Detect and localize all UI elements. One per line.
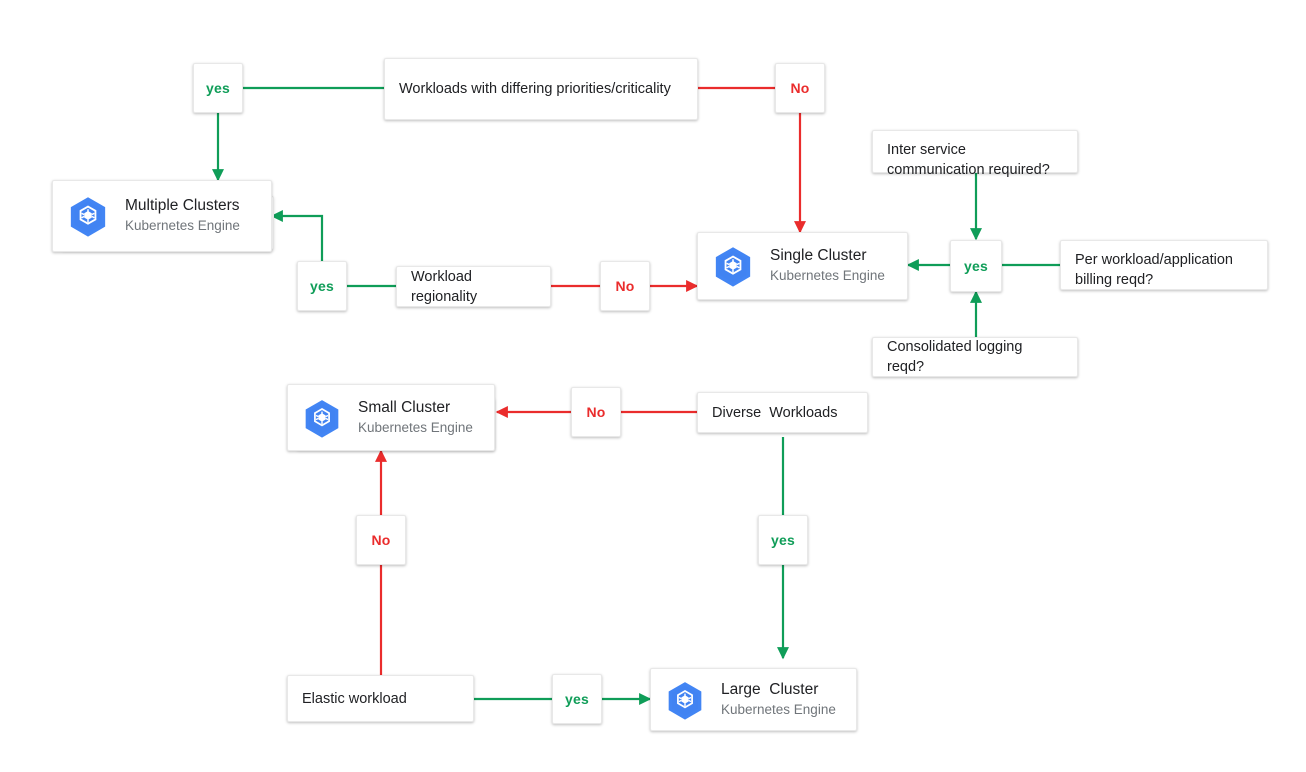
node-per-workload-billing[interactable]: Per workload/application billing reqd? xyxy=(1060,240,1268,290)
edge-yes-regionality-to-multiple-clusters xyxy=(270,209,324,261)
edge-label-yes-elastic[interactable]: yes xyxy=(552,674,602,724)
edge-label-yes-hub[interactable]: yes xyxy=(950,240,1002,292)
multiple-clusters-labels: Multiple Clusters Kubernetes Engine xyxy=(125,196,240,235)
small-cluster-labels: Small Cluster Kubernetes Engine xyxy=(358,398,473,437)
edge-label-no-diverse[interactable]: No xyxy=(571,387,621,437)
edge-label-yes-regionality[interactable]: yes xyxy=(297,261,347,311)
large-cluster-labels: Large Cluster Kubernetes Engine xyxy=(721,680,836,719)
node-large-cluster[interactable]: Large Cluster Kubernetes Engine xyxy=(650,668,857,731)
edge-label-no-elastic[interactable]: No xyxy=(356,515,406,565)
small-cluster-title: Small Cluster xyxy=(358,398,451,416)
node-elastic-workload[interactable]: Elastic workload xyxy=(287,675,474,722)
multiple-clusters-subtitle: Kubernetes Engine xyxy=(125,218,240,234)
edge-label-no-priorities[interactable]: No xyxy=(775,63,825,113)
node-diverse-workloads[interactable]: Diverse Workloads xyxy=(697,392,868,433)
gke-icon xyxy=(70,197,106,237)
node-single-cluster[interactable]: Single Cluster Kubernetes Engine xyxy=(697,232,908,300)
small-cluster-subtitle: Kubernetes Engine xyxy=(358,419,473,435)
single-cluster-labels: Single Cluster Kubernetes Engine xyxy=(770,246,885,285)
node-inter-service-communication[interactable]: Inter service communication required? xyxy=(872,130,1078,178)
single-cluster-subtitle: Kubernetes Engine xyxy=(770,268,885,284)
multiple-clusters-title: Multiple Clusters xyxy=(125,197,240,215)
node-workloads-differing-priorities[interactable]: Workloads with differing priorities/crit… xyxy=(384,58,698,120)
node-small-cluster[interactable]: Small Cluster Kubernetes Engine xyxy=(287,384,495,451)
single-cluster-title: Single Cluster xyxy=(770,247,867,265)
gke-icon xyxy=(305,399,339,438)
edge-label-yes-diverse[interactable]: yes xyxy=(758,515,808,565)
node-workload-regionality[interactable]: Workload regionality xyxy=(396,266,551,307)
gke-icon xyxy=(715,247,751,287)
edge-label-no-regionality[interactable]: No xyxy=(600,261,650,311)
large-cluster-subtitle: Kubernetes Engine xyxy=(721,701,836,717)
node-consolidated-logging[interactable]: Consolidated logging reqd? xyxy=(872,337,1078,377)
large-cluster-title: Large Cluster xyxy=(721,680,819,698)
gke-icon xyxy=(668,681,702,720)
flowchart-canvas: yes Workloads with differing priorities/… xyxy=(0,0,1306,772)
edge-label-yes-priorities[interactable]: yes xyxy=(193,63,243,113)
node-multiple-clusters[interactable]: Multiple Clusters Kubernetes Engine xyxy=(52,180,272,252)
